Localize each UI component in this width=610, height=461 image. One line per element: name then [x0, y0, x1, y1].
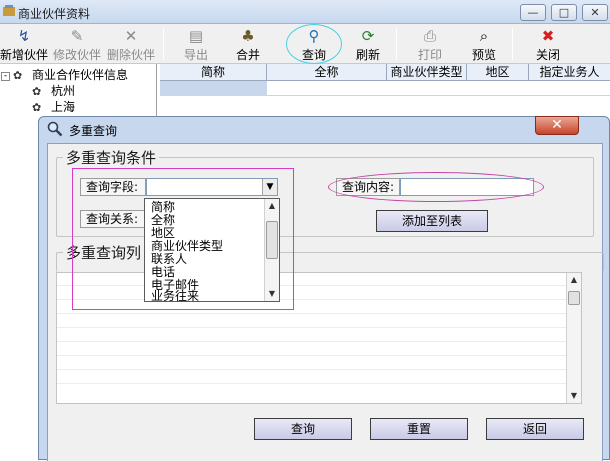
refresh-button[interactable]: ⟳ 刷新: [348, 24, 388, 64]
dialog-title: 多重查询: [69, 124, 118, 138]
partner-group-icon: ✿: [32, 101, 42, 114]
list-scrollbar[interactable]: ▲ ▼: [566, 273, 581, 403]
dialog-titlebar: 多重查询 ✕: [39, 116, 609, 141]
selected-cell: [160, 81, 267, 95]
window-title: 商业伙伴资料: [18, 7, 91, 21]
partner-group-icon: ✿: [32, 85, 42, 98]
minimize-button[interactable]: —: [520, 4, 546, 21]
dialog-reset-button[interactable]: 重置: [370, 418, 468, 440]
print-icon: ⎙: [423, 27, 436, 45]
query-highlight-circle: [286, 24, 342, 64]
column-header[interactable]: 简称: [160, 64, 267, 81]
toolbar-separator: [163, 28, 164, 60]
content-highlight-oval: [328, 172, 544, 202]
column-header[interactable]: 全称: [267, 64, 387, 81]
export-icon: ▤: [188, 27, 204, 45]
scroll-up-icon[interactable]: ▲: [567, 273, 581, 287]
toolbar-separator: [396, 28, 397, 60]
tree-item-hangzhou[interactable]: ✿ 杭州: [32, 82, 75, 99]
new-partner-button[interactable]: ↯ 新增伙伴: [0, 24, 48, 64]
partner-group-icon: ✿: [13, 69, 23, 82]
preview-button[interactable]: ⌕ 预览: [464, 24, 504, 64]
list-item: [57, 371, 567, 384]
merge-icon: ♣: [241, 27, 255, 45]
grid-header: 简称 全称 商业伙伴类型 地区 指定业务人: [160, 64, 610, 81]
maximize-button[interactable]: □: [551, 4, 577, 21]
dialog-body: 多重查询条件 查询字段: ▼ 查询关系: 查询内容: 添加至列表 多重查询列 ▲: [47, 143, 604, 461]
scroll-thumb[interactable]: [568, 291, 580, 305]
tree-item-shanghai[interactable]: ✿ 上海: [32, 98, 75, 115]
dialog-back-button[interactable]: 返回: [486, 418, 584, 440]
conditions-group-title: 多重查询条件: [63, 147, 160, 168]
edit-partner-icon: ✎: [70, 27, 84, 45]
column-header[interactable]: 地区: [467, 64, 529, 81]
column-header[interactable]: 商业伙伴类型: [387, 64, 467, 81]
close-button[interactable]: ✖ 关闭: [528, 24, 568, 64]
list-item: [57, 357, 567, 370]
dialog-close-button[interactable]: ✕: [535, 116, 579, 135]
preview-icon: ⌕: [479, 27, 489, 45]
export-button[interactable]: ▤ 导出: [176, 24, 216, 64]
collapse-icon[interactable]: -: [1, 72, 10, 81]
table-row[interactable]: [160, 81, 610, 96]
refresh-icon: ⟳: [361, 27, 375, 45]
field-highlight-rect: [72, 168, 294, 310]
window-titlebar: 商业伙伴资料 — □ ✕: [0, 0, 610, 24]
list-item: [57, 343, 567, 356]
tree-root[interactable]: - ✿ 商业合作伙伴信息: [0, 66, 128, 83]
delete-partner-icon: ✕: [124, 27, 138, 45]
merge-button[interactable]: ♣ 合并: [228, 24, 268, 64]
delete-partner-button[interactable]: ✕ 删除伙伴: [105, 24, 157, 64]
new-partner-icon: ↯: [17, 27, 31, 45]
edit-partner-button[interactable]: ✎ 修改伙伴: [52, 24, 102, 64]
window-close-button[interactable]: ✕: [582, 4, 608, 21]
list-item: [57, 329, 567, 342]
add-to-list-button[interactable]: 添加至列表: [376, 210, 488, 232]
scroll-down-icon[interactable]: ▼: [567, 389, 581, 403]
print-button[interactable]: ⎙ 打印: [410, 24, 450, 64]
column-header[interactable]: 指定业务人: [529, 64, 610, 81]
app-icon: [2, 4, 16, 18]
dialog-query-button[interactable]: 查询: [254, 418, 352, 440]
magnifier-icon: [47, 121, 63, 137]
multi-query-dialog: 多重查询 ✕ 多重查询条件 查询字段: ▼ 查询关系: 查询内容: 添加至列表 …: [38, 116, 610, 461]
toolbar-separator: [512, 28, 513, 60]
close-icon: ✖: [541, 27, 555, 45]
list-item: [57, 315, 567, 328]
